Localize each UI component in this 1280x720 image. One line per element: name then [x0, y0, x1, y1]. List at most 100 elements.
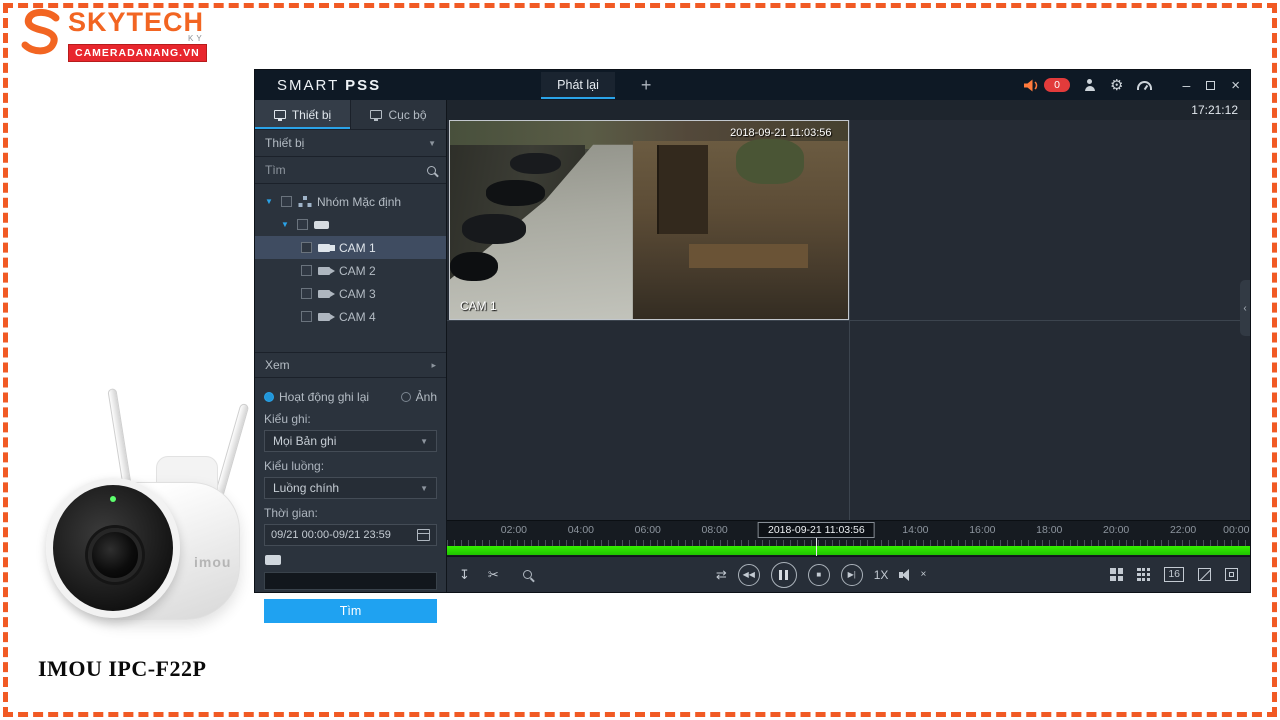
fullscreen-button[interactable] — [1225, 568, 1238, 581]
checkbox[interactable] — [301, 311, 312, 322]
stream-type-select[interactable]: Luồng chính ▼ — [264, 477, 437, 499]
view-section-header[interactable]: Xem ▸ — [255, 352, 446, 378]
collapse-panel-handle[interactable]: ‹ — [1240, 280, 1250, 336]
smart-search-icon[interactable] — [522, 570, 532, 579]
checkbox[interactable] — [281, 196, 292, 207]
device-dropdown[interactable]: Thiết bị ▼ — [255, 130, 446, 157]
search-icon[interactable] — [427, 165, 436, 175]
group-icon — [298, 195, 311, 208]
clip-scissors-icon[interactable]: ✂ — [488, 567, 499, 583]
dashboard-gauge-icon[interactable] — [1137, 80, 1153, 90]
video-cell-cam1[interactable]: 2018-09-21 11:03:56 CAM 1 — [449, 120, 849, 320]
split-9-view-button[interactable] — [1137, 568, 1151, 581]
main-area: 17:21:12 2018-09-21 11:03:56 CAM 1 ‹ 02:… — [447, 100, 1250, 592]
video-frame — [450, 121, 848, 319]
search-input[interactable] — [265, 163, 421, 177]
sidebar-tab-local[interactable]: Cục bộ — [350, 100, 446, 129]
camera-label: CAM 4 — [339, 309, 376, 324]
playback-speed[interactable]: 1X — [874, 568, 889, 582]
view-section-label: Xem — [265, 358, 290, 372]
record-type-label: Kiểu ghi: — [264, 412, 311, 426]
search-button[interactable]: Tìm — [264, 599, 437, 623]
timeline-tick: 14:00 — [902, 524, 929, 536]
smartpss-window: SMART PSS Phát lại + 0 ⚙ – × Thiết bị Cụ… — [255, 70, 1250, 623]
window-titlebar: SMART PSS Phát lại + 0 ⚙ – × — [255, 70, 1250, 100]
download-icon[interactable]: ↧ — [459, 567, 470, 583]
tree-camera-row[interactable]: CAM 2 — [255, 259, 446, 282]
time-label: Thời gian: — [264, 506, 318, 520]
volume-mute-icon[interactable] — [899, 568, 913, 581]
stream-type-label: Kiểu luồng: — [264, 459, 325, 473]
rewind-button[interactable]: ◀◀ — [737, 563, 760, 586]
step-forward-button[interactable]: ▶| — [840, 563, 863, 586]
expand-icon[interactable]: ▼ — [265, 197, 275, 206]
status-strip: 17:21:12 — [447, 100, 1250, 120]
app-title-smart: SMART — [277, 76, 339, 94]
app-title: SMART PSS — [277, 77, 381, 94]
alarm-count-badge: 0 — [1044, 78, 1070, 92]
pause-icon — [779, 569, 789, 580]
search-filters: Hoạt động ghi lại Ảnh Kiểu ghi: Mọi Bản … — [255, 378, 446, 631]
sidebar-tab-device[interactable]: Thiết bị — [255, 100, 350, 129]
panel-toggle-icon[interactable] — [265, 555, 281, 565]
radio-record-label: Hoạt động ghi lại — [279, 390, 370, 404]
user-icon[interactable] — [1084, 79, 1096, 91]
checkbox[interactable] — [301, 265, 312, 276]
video-osd-timestamp: 2018-09-21 11:03:56 — [730, 127, 832, 139]
gear-icon[interactable]: ⚙ — [1110, 78, 1123, 93]
alarm-button[interactable]: 0 — [1024, 78, 1070, 92]
calendar-icon[interactable] — [417, 529, 430, 541]
tree-camera-row[interactable]: CAM 4 — [255, 305, 446, 328]
tree-camera-row[interactable]: CAM 1 — [255, 236, 446, 259]
record-type-value: Mọi Bản ghi — [273, 434, 337, 448]
record-type-select[interactable]: Mọi Bản ghi ▼ — [264, 430, 437, 452]
camera-icon — [318, 289, 335, 298]
timeline-tick: 02:00 — [500, 524, 528, 536]
time-range-input[interactable]: 09/21 00:00-09/21 23:59 — [264, 524, 437, 546]
pause-button[interactable] — [770, 561, 797, 588]
radio-record-activity[interactable] — [264, 392, 274, 402]
close-button[interactable]: × — [1231, 77, 1240, 94]
stop-button[interactable]: ■ — [807, 563, 830, 586]
timeline[interactable]: 02:00 04:00 06:00 08:00 14:00 16:00 18:0… — [447, 520, 1250, 556]
chevron-down-icon: ▼ — [420, 436, 428, 446]
mute-mark-icon: × — [920, 569, 927, 580]
timeline-tick: 08:00 — [701, 524, 728, 536]
empty-field[interactable] — [264, 572, 437, 590]
add-tab-button[interactable]: + — [641, 76, 652, 94]
split-4-view-button[interactable] — [1110, 568, 1124, 581]
maximize-button[interactable] — [1206, 80, 1216, 90]
arrow-right-icon: ▸ — [431, 359, 436, 370]
tree-group-row[interactable]: ▼ Nhóm Mặc định — [255, 190, 446, 213]
imou-logo-text: imou — [194, 554, 232, 570]
step-forward-icon: ▶| — [847, 570, 856, 579]
timeline-tick: 18:00 — [1036, 524, 1063, 536]
video-grid: 2018-09-21 11:03:56 CAM 1 ‹ — [447, 120, 1250, 520]
radio-picture[interactable] — [400, 392, 411, 402]
camera-label: CAM 1 — [339, 240, 376, 255]
alarm-speaker-icon — [1024, 79, 1038, 91]
timeline-tick: 00:00 — [1223, 524, 1250, 536]
timeline-tick: 04:00 — [567, 524, 594, 536]
device-tab-label: Thiết bị — [291, 107, 332, 122]
group-label: Nhóm Mặc định — [317, 194, 402, 209]
brand-name: SKYTECH — [68, 7, 205, 37]
camera-icon — [318, 243, 335, 252]
checkbox[interactable] — [301, 242, 312, 253]
tree-device-row[interactable]: ▼ — [255, 213, 446, 236]
checkbox[interactable] — [297, 219, 308, 230]
sync-playback-icon[interactable]: ⇄ — [716, 567, 727, 583]
product-image: imou — [28, 386, 260, 638]
camera-icon — [318, 266, 335, 275]
custom-split-button[interactable] — [1198, 568, 1211, 581]
split-16-view-button[interactable]: 16 — [1164, 567, 1184, 582]
radio-picture-label: Ảnh — [415, 390, 437, 404]
checkbox[interactable] — [301, 288, 312, 299]
timeline-current-time[interactable]: 2018-09-21 11:03:56 — [758, 522, 875, 538]
tab-playback[interactable]: Phát lại — [541, 71, 615, 99]
search-box — [255, 157, 446, 184]
expand-icon[interactable]: ▼ — [281, 220, 291, 229]
tree-camera-row[interactable]: CAM 3 — [255, 282, 446, 305]
timeline-recording-bar[interactable] — [447, 546, 1250, 555]
minimize-button[interactable]: – — [1182, 77, 1190, 93]
